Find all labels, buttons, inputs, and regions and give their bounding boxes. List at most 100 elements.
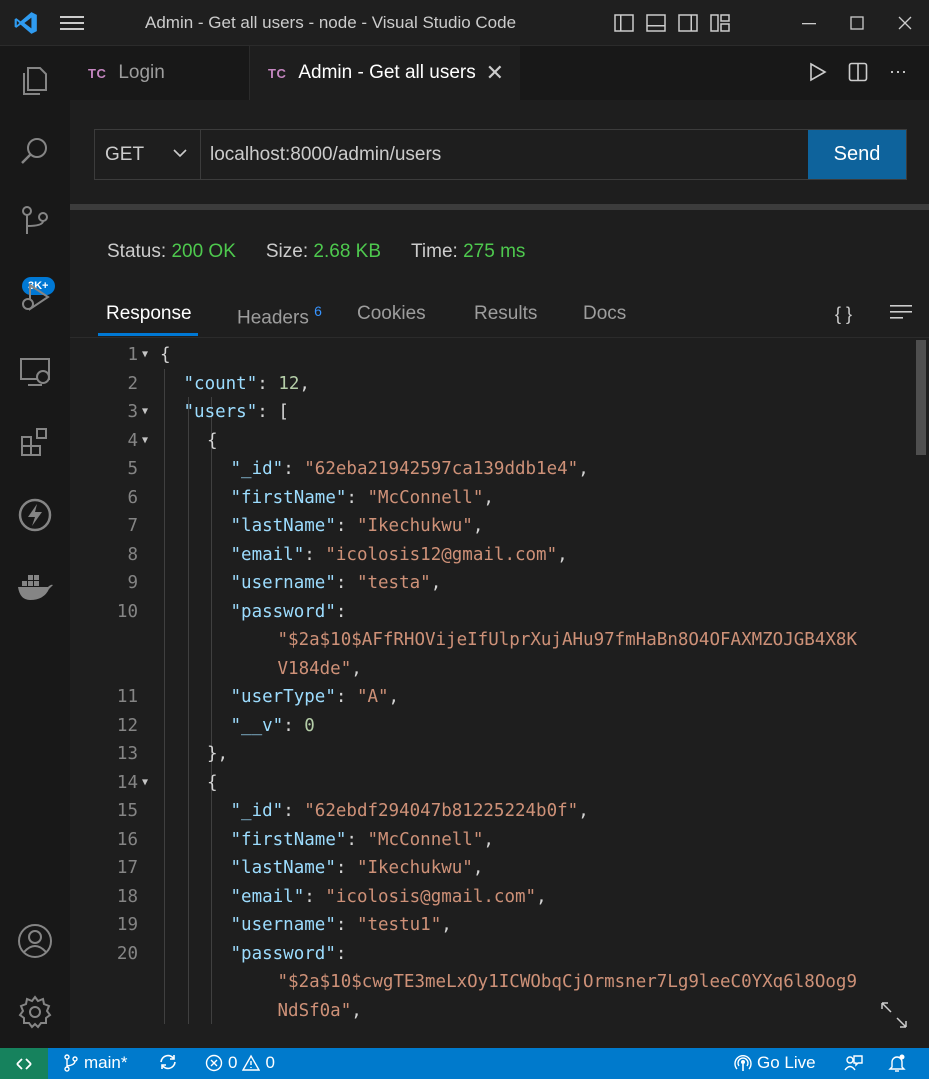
json-punctuation: : <box>335 943 347 964</box>
tab-response[interactable]: Response <box>106 303 192 325</box>
thunder-client-icon[interactable] <box>0 486 70 544</box>
code-line: 18 "email": "icolosis@gmail.com", <box>70 883 920 911</box>
method-value: GET <box>105 143 145 165</box>
go-live-button[interactable]: Go Live <box>734 1053 816 1073</box>
time-value: 275 ms <box>463 241 526 262</box>
toggle-panel-icon[interactable] <box>644 11 668 35</box>
code-text: V184de", <box>278 655 362 683</box>
tab-login[interactable]: TC Login <box>70 46 250 100</box>
editor-tab-bar: TC Login TC Admin - Get all users ✕ ⋯ <box>70 46 929 100</box>
customize-layout-icon[interactable] <box>708 11 732 35</box>
code-text: "email": "icolosis12@gmail.com", <box>231 541 568 569</box>
fold-chevron-icon[interactable]: ▼ <box>142 341 148 369</box>
problems-indicator[interactable]: 0 0 <box>205 1053 275 1073</box>
run-icon[interactable] <box>807 60 829 84</box>
split-editor-icon[interactable] <box>847 60 869 84</box>
feedback-icon[interactable] <box>843 1053 863 1073</box>
line-number: 5 <box>127 459 138 479</box>
json-punctuation: , <box>472 516 484 536</box>
notifications-bell-icon[interactable] <box>887 1053 907 1073</box>
json-punctuation: { <box>160 345 171 365</box>
menu-icon[interactable] <box>52 0 92 46</box>
tab-headers[interactable]: Headers 6 <box>237 303 322 329</box>
branch-name: main* <box>84 1053 128 1072</box>
docker-icon[interactable] <box>0 558 70 616</box>
line-number: 1 <box>127 345 138 365</box>
tab-cookies[interactable]: Cookies <box>357 303 426 325</box>
editor-scrollbar[interactable] <box>916 340 926 455</box>
json-number: 12 <box>278 373 300 394</box>
git-branch[interactable]: main* <box>63 1053 127 1073</box>
json-punctuation: { <box>207 430 218 451</box>
code-text: "username": "testa", <box>231 569 442 597</box>
fold-chevron-icon[interactable]: ▼ <box>142 769 148 797</box>
sync-icon[interactable] <box>158 1053 178 1071</box>
send-button[interactable]: Send <box>808 130 906 179</box>
json-punctuation: : <box>257 373 279 394</box>
fold-chevron-icon[interactable]: ▼ <box>142 398 148 426</box>
json-punctuation: : <box>304 544 326 565</box>
accounts-icon[interactable] <box>0 912 70 970</box>
tab-admin-get-all-users[interactable]: TC Admin - Get all users ✕ <box>250 46 520 100</box>
line-number: 20 <box>116 943 138 964</box>
status-bar: main* 0 0 Go Live <box>0 1048 929 1079</box>
more-actions-icon[interactable]: ⋯ <box>887 60 909 84</box>
json-key: "username" <box>230 915 336 935</box>
maximize-icon[interactable] <box>833 0 881 46</box>
expand-panel-icon[interactable] <box>879 1000 909 1035</box>
code-text: "userType": "A", <box>231 683 400 711</box>
line-number: 17 <box>116 858 138 878</box>
toggle-primary-sidebar-icon[interactable] <box>612 11 636 35</box>
extensions-icon[interactable] <box>0 413 70 471</box>
explorer-icon[interactable] <box>0 52 70 110</box>
line-number: 12 <box>116 715 138 736</box>
code-text: "$2a$10$AFfRHOVijeIfUlprXujAHu97fmHaBn8O… <box>278 626 857 654</box>
tab-docs[interactable]: Docs <box>583 303 626 325</box>
json-string: "testa" <box>356 573 431 593</box>
json-punctuation: : <box>283 459 305 479</box>
error-icon <box>205 1054 223 1072</box>
tab-label: Admin - Get all users <box>298 62 476 83</box>
minimize-icon[interactable] <box>785 0 833 46</box>
close-icon[interactable] <box>881 0 929 46</box>
fold-chevron-icon[interactable]: ▼ <box>142 427 148 455</box>
tab-results[interactable]: Results <box>474 303 537 325</box>
close-tab-icon[interactable]: ✕ <box>486 60 504 86</box>
remote-indicator-icon[interactable] <box>0 1048 48 1079</box>
run-debug-icon[interactable] <box>0 268 70 326</box>
tab-headers-label: Headers <box>237 307 309 329</box>
json-string: "$2a$10$cwgTE3meLxOy1ICWObqCjOrmsner7Lg9… <box>277 972 857 992</box>
json-punctuation: , <box>483 829 494 850</box>
code-line: 20 "password": <box>70 940 920 968</box>
tab-label: Login <box>118 62 165 83</box>
search-icon[interactable] <box>0 122 70 180</box>
code-text: "firstName": "McConnell", <box>231 826 494 854</box>
toggle-secondary-sidebar-icon[interactable] <box>676 11 700 35</box>
remote-explorer-icon[interactable] <box>0 343 70 401</box>
line-number: 2 <box>127 373 138 394</box>
response-json-editor[interactable]: 1 ▼{2 "count": 12, 3 ▼ "users": [4 ▼{5 "_id": "… <box>70 340 929 1024</box>
method-select[interactable]: GET <box>95 130 201 179</box>
source-control-icon[interactable] <box>0 192 70 250</box>
code-line: 7 "lastName": "Ikechukwu", <box>70 512 920 540</box>
word-wrap-icon[interactable] <box>890 304 912 325</box>
json-string: "McConnell" <box>367 487 484 508</box>
settings-gear-icon[interactable] <box>0 983 70 1041</box>
json-punctuation: : <box>335 601 347 622</box>
code-line: 15 "_id": "62ebdf294047b81225224b0f", <box>70 797 920 825</box>
splitter[interactable] <box>70 204 929 210</box>
line-number: 6 <box>127 487 138 508</box>
url-input[interactable]: localhost:8000/admin/users <box>201 130 808 179</box>
headers-count: 6 <box>314 303 322 319</box>
code-text: "users": [ <box>184 398 289 426</box>
json-format-icon[interactable]: { } <box>835 304 852 325</box>
json-punctuation: , <box>441 915 452 935</box>
code-text: NdSf0a", <box>278 997 362 1025</box>
vscode-logo-icon[interactable] <box>0 0 52 46</box>
code-text: "email": "icolosis@gmail.com", <box>231 883 547 911</box>
json-punctuation: , <box>578 459 589 479</box>
thunder-client-tab-icon: TC <box>268 65 287 81</box>
json-punctuation: , <box>557 544 568 565</box>
code-line: 3 ▼ "users": [ <box>70 398 920 426</box>
line-number: 18 <box>116 886 138 907</box>
